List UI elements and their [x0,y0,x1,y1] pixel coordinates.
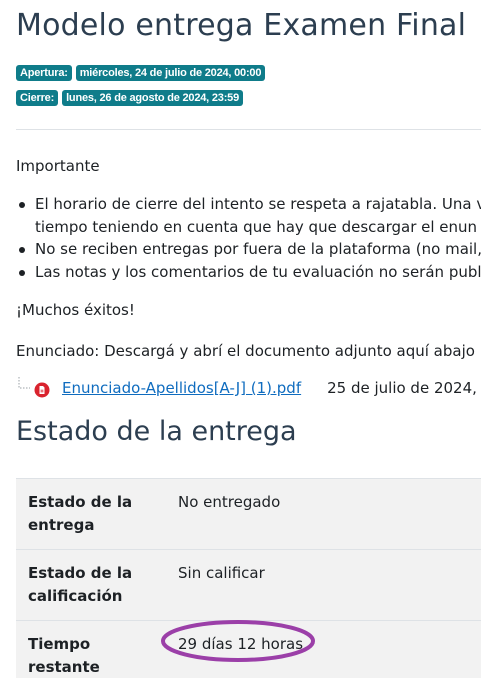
instructions-list: El horario de cierre del intento se resp… [16,193,481,283]
page-title: Modelo entrega Examen Final [16,8,467,43]
divider [16,129,481,130]
bullet-icon [19,269,25,276]
description-heading: Importante [16,157,100,175]
statement-text: Enunciado: Descargá y abrí el documento … [16,342,475,360]
grading-status-label: Estado de la calificación [16,549,166,621]
opening-date-value: miércoles, 24 de julio de 2024, 00:00 [75,65,266,81]
pdf-icon [34,382,50,398]
table-row: Estado de la entrega No entregado [16,478,481,550]
attachment-link[interactable]: Enunciado-Apellidos[A-J] (1).pdf [62,379,301,397]
closing-date-value: lunes, 26 de agosto de 2024, 23:59 [62,90,244,106]
time-remaining-value: 29 días 12 horas [166,620,481,678]
tree-branch-icon [18,377,30,389]
submission-status-table: Estado de la entrega No entregado Estado… [16,478,481,678]
closing-date-label: Cierre: [16,90,59,106]
grading-status-value: Sin calificar [166,549,481,621]
list-item: No se reciben entregas por fuera de la p… [16,238,481,261]
submission-status-label: Estado de la entrega [16,478,166,550]
attachment-row: Enunciado-Apellidos[A-J] (1).pdf 25 de j… [18,376,477,400]
closing-text: ¡Muchos éxitos! [16,301,135,319]
closing-date: Cierre: lunes, 26 de agosto de 2024, 23:… [16,90,244,106]
submission-status-value: No entregado [166,478,481,550]
assignment-page: Modelo entrega Examen Final Apertura: mi… [0,0,481,678]
bullet-icon [19,202,25,208]
attachment-date: 25 de julio de 2024, [327,379,477,397]
list-item: El horario de cierre del intento se resp… [16,193,481,216]
submission-status-title: Estado de la entrega [16,416,297,447]
opening-date: Apertura: miércoles, 24 de julio de 2024… [16,65,266,81]
table-row: Tiempo restante 29 días 12 horas [16,620,481,678]
opening-date-label: Apertura: [16,65,72,81]
bullet-icon [19,247,25,253]
table-row: Estado de la calificación Sin calificar [16,549,481,621]
list-item: tiempo teniendo en cuenta que hay que de… [35,217,478,236]
time-remaining-label: Tiempo restante [16,620,166,678]
list-item: Las notas y los comentarios de tu evalua… [16,261,481,284]
